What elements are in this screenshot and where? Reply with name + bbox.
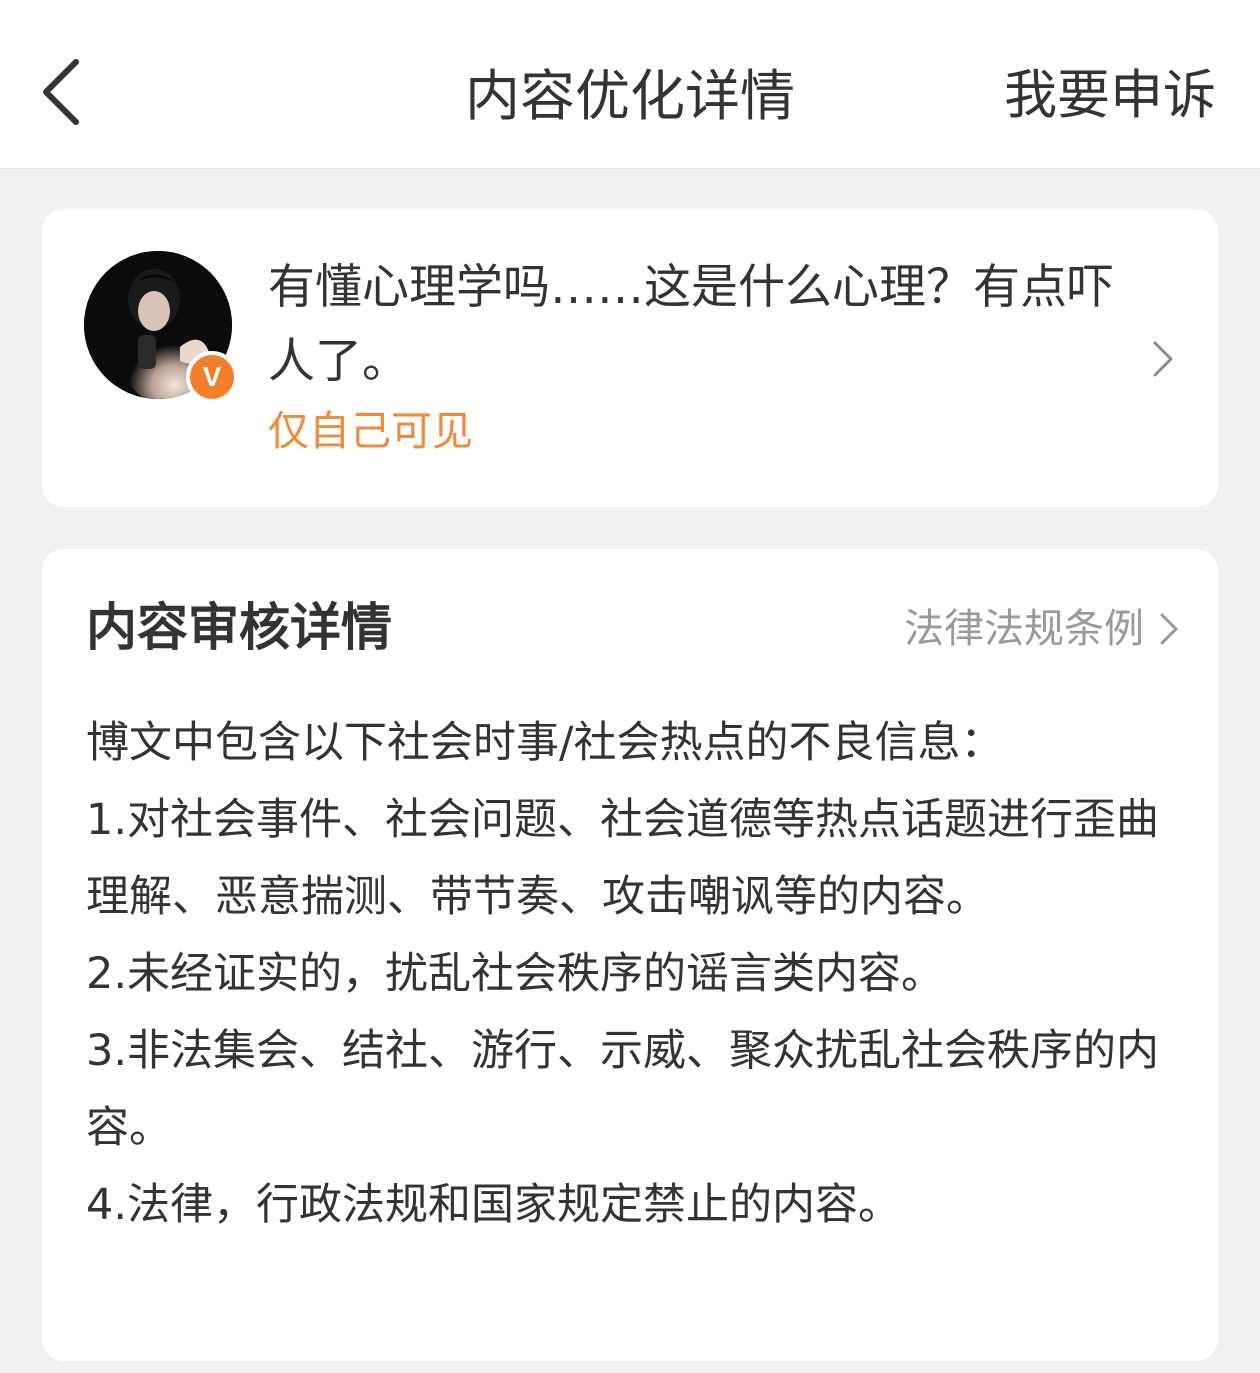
review-item: 4.法律，行政法规和国家规定禁止的内容。 — [86, 1180, 902, 1230]
visibility-status: 仅自己可见 — [268, 407, 473, 455]
review-item: 3.非法集会、结社、游行、示威、聚众扰乱社会秩序的内容。 — [86, 1026, 1160, 1153]
review-item: 2.未经证实的，扰乱社会秩序的谣言类内容。 — [86, 949, 945, 999]
post-card[interactable]: V 有懂心理学吗……这是什么心理？有点吓人了。 仅自己可见 — [42, 209, 1218, 507]
law-regulations-label: 法律法规条例 — [904, 606, 1144, 652]
review-item: 1.对社会事件、社会问题、社会道德等热点话题进行歪曲理解、恶意揣测、带节奏、攻击… — [86, 795, 1160, 922]
section-title: 内容审核详情 — [86, 599, 393, 658]
post-text: 有懂心理学吗……这是什么心理？有点吓人了。 — [268, 260, 1114, 389]
avatar[interactable]: V — [84, 251, 238, 403]
chevron-right-icon — [1160, 613, 1178, 645]
review-details-card: 内容审核详情 法律法规条例 博文中包含以下社会时事/社会热点的不良信息： 1.对… — [42, 549, 1218, 1361]
review-reason-list: 博文中包含以下社会时事/社会热点的不良信息： 1.对社会事件、社会问题、社会道德… — [86, 705, 1196, 1244]
verified-badge: V — [186, 351, 238, 403]
review-intro: 博文中包含以下社会时事/社会热点的不良信息： — [86, 718, 1004, 768]
chevron-right-icon[interactable] — [1150, 339, 1176, 379]
navigation-bar: 内容优化详情 我要申诉 — [0, 0, 1260, 169]
appeal-button[interactable]: 我要申诉 — [1004, 62, 1216, 130]
law-regulations-link[interactable]: 法律法规条例 — [904, 601, 1180, 657]
